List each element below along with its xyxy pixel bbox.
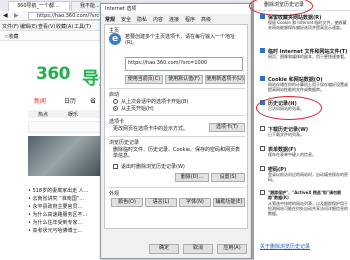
option-desc: 从筛选中排除的网站列表，以及跟踪保护用于检测网站可能在何处自动共享访问详细信息的… [268,201,348,216]
tab-security[interactable]: 安全 [121,16,131,23]
delete-button[interactable]: 删除(D)... [175,173,209,182]
languages-button[interactable]: 语言(L) [145,198,177,207]
list-item[interactable]: • 高考状元与哈佛博士... [28,227,108,235]
menu-file[interactable]: 文件(F) [2,23,19,30]
startup-option-label: 从主页开始(H) [121,106,154,112]
tab-hot[interactable]: 热点 [38,111,48,118]
accessibility-button[interactable]: 辅助功能(E) [213,198,245,207]
delete-history-dialog: 删除浏览历史记录 保留收藏夹网站数据(R) 保留 Cookie 和 Intern… [249,0,350,260]
tab-connections[interactable]: 连接 [169,16,179,23]
option-label: "跟踪保护"、"ActiveX 筛选"和"请勿跟踪"数据(K) [268,190,341,200]
about-delete-history-link[interactable]: 关于删除浏览历史记录 [260,243,310,250]
tab-content[interactable]: 内容 [153,16,163,23]
forward-icon[interactable]: ▶ [14,12,19,19]
dialog-title: Internet 选项 [101,4,251,14]
home-desc: 若要创建多个主页选项卡，请在每行输入一个地址(R)。 [125,34,236,46]
favorites-button[interactable]: ☆收藏 [4,33,18,40]
appearance-group-label: 外观 [109,191,120,197]
home-page-field[interactable]: https://hao.360.com/?src=1000 [125,57,243,71]
checkbox[interactable] [260,166,265,171]
tab-programs[interactable]: 程序 [185,16,195,23]
list-item[interactable]: • 为什么高速路服务区不... [28,211,108,219]
cancel-button[interactable]: 取消 [183,244,213,254]
use-new-tab-button[interactable]: 使用新选项卡(U) [205,75,245,84]
nav-news[interactable]: 新闻 [34,96,46,105]
settings-button[interactable]: 设置(S) [211,173,245,182]
site-logo[interactable]: 360 [36,64,71,84]
browser-tab-active[interactable]: 360导航_一个都... [8,1,70,11]
divider [109,136,245,137]
checkbox[interactable] [260,126,265,131]
use-default-button[interactable]: 使用默认值(F) [165,75,203,84]
startup-option-label: 从上次会话中的选项卡开始(B) [121,99,189,105]
checkbox[interactable] [260,14,265,19]
tabs-group-label: 选项卡 [109,119,125,125]
option-desc: 网页、图像和媒体的副本，用于更快速查看。 [268,54,348,59]
checkbox[interactable] [260,190,265,195]
divider [109,187,245,188]
general-panel: 主页 e 若要创建多个主页选项卡，请在每行输入一个地址(R)。 https://… [104,24,248,229]
hot-tabs: 热点 娱乐 [28,110,108,118]
ok-button[interactable]: 确定 [149,244,179,254]
nav-calendar[interactable]: 日历 [64,96,76,105]
tab-entertainment[interactable]: 娱乐 [68,111,78,118]
checkbox[interactable] [260,48,265,53]
news-image[interactable] [28,136,108,176]
list-item[interactable]: • 永丰县政府主要官员... [28,203,108,211]
startup-group-label: 启动 [109,92,120,98]
list-item[interactable]: • 为什么往年受到专家... [28,219,108,227]
checkbox[interactable] [260,146,265,151]
startup-last-session-radio[interactable] [113,99,118,104]
history-group-label: 浏览历史记录 [109,140,140,146]
menu-tools[interactable]: 工具(T) [74,23,91,30]
menu-view[interactable]: 查看(V) [38,23,55,30]
option-desc: 保存在表单中键入的信息。 [268,152,316,157]
menu-favorites[interactable]: 收藏(A) [56,23,73,30]
home-page-icon: e [109,33,121,45]
tab-general[interactable]: 常规 [105,16,115,23]
list-item[interactable]: • 云南省讲究 “准南国”... [28,195,108,203]
divider [109,115,245,116]
option-desc: 网站存储在你的计算机上用于保存偏好设置或提高网站性能的文件或数据库。 [268,82,348,92]
news-list: • 518岁的妻离家出走 人... • 云南省讲究 “准南国”... • 永丰县… [28,187,108,235]
colors-button[interactable]: 颜色(O) [111,198,143,207]
startup-home-radio[interactable] [113,106,118,111]
tab-title: 360导航_一个都... [17,3,59,9]
divider [109,88,245,89]
tab-advanced[interactable]: 高级 [201,16,211,23]
delete-on-exit-checkbox[interactable] [113,164,118,169]
option-desc: 保留 Cookie 和 Internet 临时文件，使收藏夹网站能够保存偏好选项… [268,20,347,30]
apply-button[interactable]: 应用(A) [217,244,247,254]
menu-edit[interactable]: 编辑(E) [20,23,37,30]
fonts-button[interactable]: 字体(N) [179,198,211,207]
address-input[interactable]: https://hao.360.com/?src=... [28,12,108,20]
nav-province[interactable]: 省 [90,96,96,105]
news-headline[interactable] [28,121,108,133]
option-desc: 已下载文件的列表。 [268,132,304,137]
checkbox[interactable] [260,76,265,81]
back-icon[interactable]: ◀ [3,12,8,19]
history-desc: 删除临时文件、历史记录、Cookie、保存的密码和网页表单信息。 [113,147,240,159]
delete-on-exit-label: 退出时删除浏览历史记录(W) [121,164,185,170]
option-desc: 登录以前访问过的网站时，自动填充保存的密码。 [268,172,348,182]
use-current-button[interactable]: 使用当前页(C) [125,75,163,84]
tab-privacy[interactable]: 隐私 [137,16,147,23]
tabs-desc: 更改网页在选项卡中的显示方式。 [113,126,189,132]
list-item[interactable]: • 518岁的妻离家出走 人... [28,187,108,195]
tab-title: 我不能... [80,3,100,9]
history-highlight-circle [256,96,322,120]
browser-tab[interactable]: 我不能... [71,1,101,11]
news-nav: 新闻 日历 省 [28,96,108,106]
internet-options-dialog: Internet 选项 常规 安全 隐私 内容 连接 程序 高级 主页 e 若要… [100,3,252,259]
tabs-button[interactable]: 选项卡(T) [209,123,245,132]
